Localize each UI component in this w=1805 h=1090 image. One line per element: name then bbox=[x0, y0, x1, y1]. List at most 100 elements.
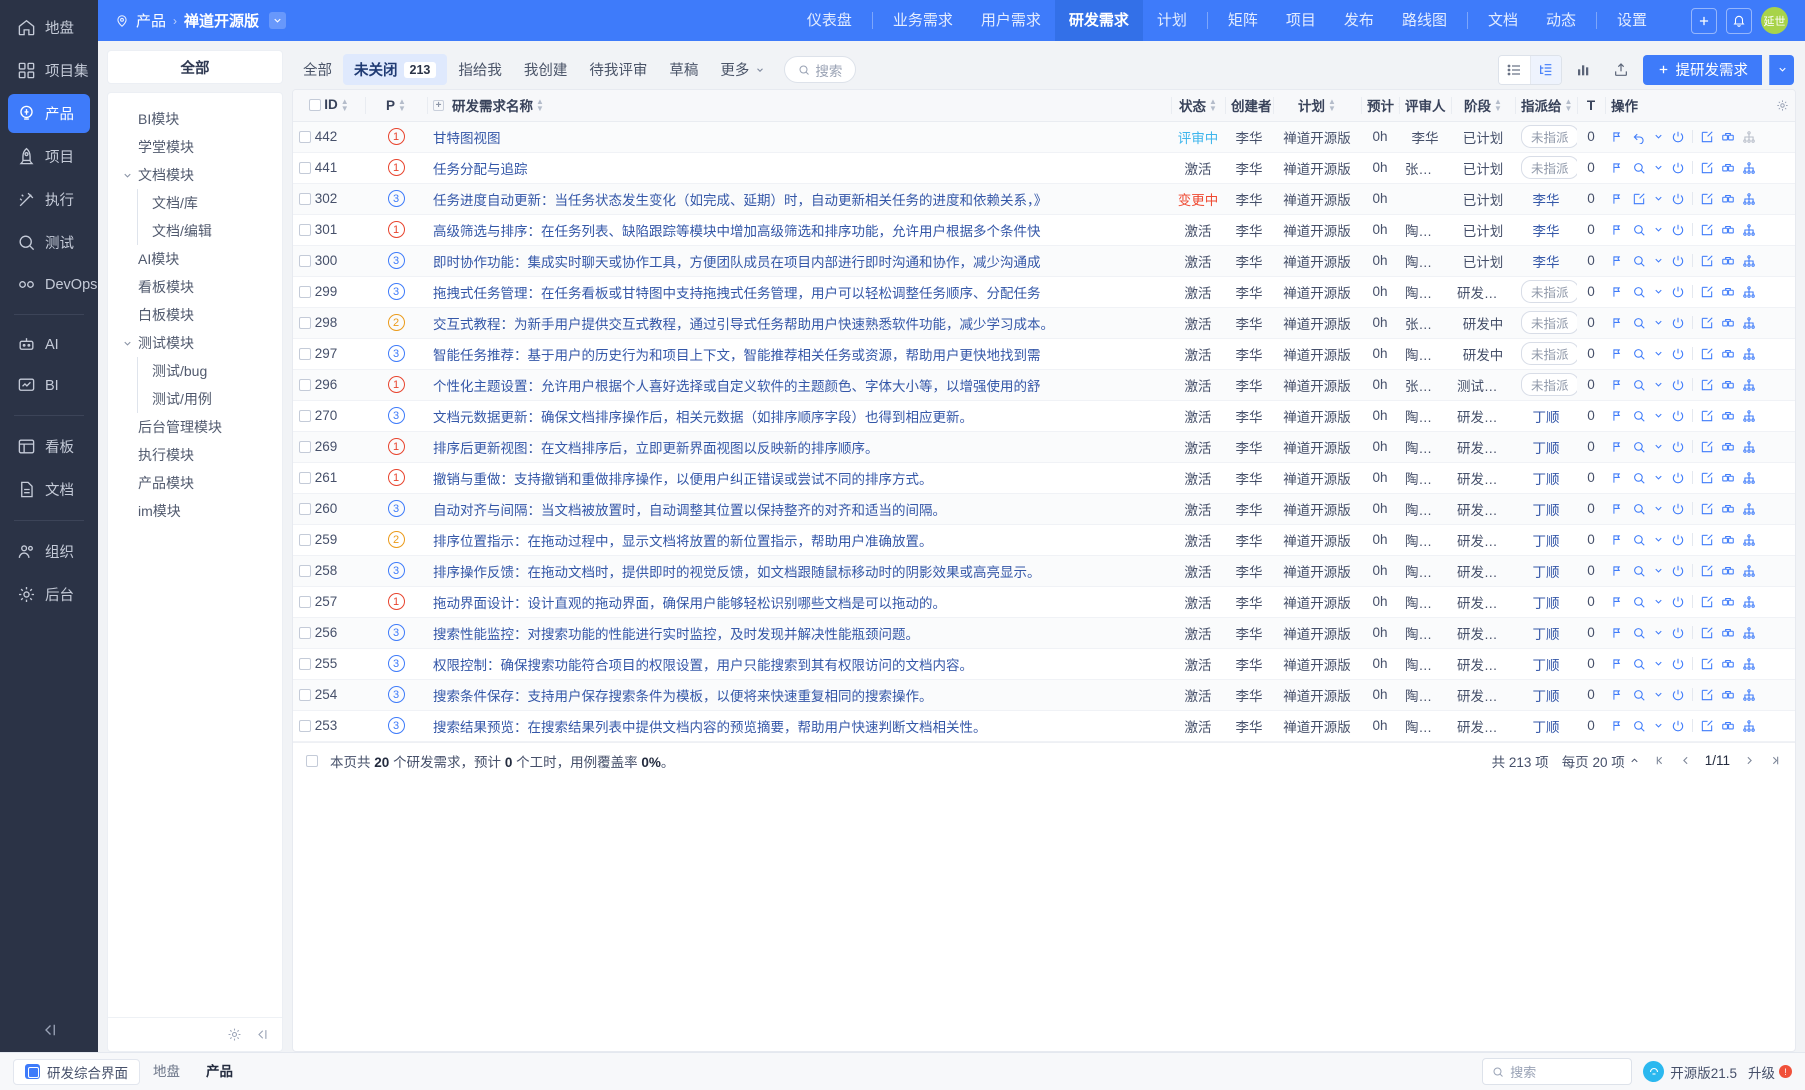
create-task-icon[interactable] bbox=[1611, 657, 1625, 671]
table-row[interactable]: 2691排序后更新视图：在文档排序后，立即更新界面视图以反映新的排序顺序。激活李… bbox=[293, 431, 1795, 462]
nav-activity[interactable]: 动态 bbox=[1532, 0, 1590, 41]
requirement-title-link[interactable]: 拖动界面设计：设计直观的拖动界面，确保用户能够轻松识别哪些文档是可以拖动的。 bbox=[433, 596, 946, 611]
create-task-icon[interactable] bbox=[1611, 130, 1625, 144]
page-first-icon[interactable] bbox=[1653, 754, 1666, 767]
search-icon[interactable] bbox=[1632, 595, 1646, 609]
close-power-icon[interactable] bbox=[1671, 688, 1685, 702]
relation-tree-icon[interactable] bbox=[1742, 223, 1756, 237]
close-power-icon[interactable] bbox=[1671, 409, 1685, 423]
sidebar-item-admin[interactable]: 后台 bbox=[8, 575, 90, 614]
assignee-link[interactable]: 李华 bbox=[1533, 255, 1560, 270]
sort-icon[interactable]: ▲▼ bbox=[536, 98, 544, 112]
sort-icon[interactable]: ▲▼ bbox=[1494, 98, 1502, 112]
close-power-icon[interactable] bbox=[1671, 130, 1685, 144]
nav-matrix[interactable]: 矩阵 bbox=[1214, 0, 1272, 41]
sidebar-item-program[interactable]: 项目集 bbox=[8, 51, 90, 90]
close-power-icon[interactable] bbox=[1671, 347, 1685, 361]
relation-tree-icon[interactable] bbox=[1742, 409, 1756, 423]
module-item-doc-edit[interactable]: 文档/编辑 bbox=[108, 217, 282, 245]
requirement-title-link[interactable]: 智能任务推荐：基于用户的历史行为和项目上下文，智能推荐相关任务或资源，帮助用户更… bbox=[433, 348, 1041, 363]
row-checkbox[interactable] bbox=[299, 286, 311, 298]
create-task-icon[interactable] bbox=[1611, 595, 1625, 609]
close-power-icon[interactable] bbox=[1671, 657, 1685, 671]
relation-tree-icon[interactable] bbox=[1742, 161, 1756, 175]
row-checkbox[interactable] bbox=[299, 627, 311, 639]
chevron-down-icon[interactable] bbox=[1653, 379, 1664, 390]
table-row[interactable]: 2703文档元数据更新：确保文档排序操作后，相关元数据（如排序顺序字段）也得到相… bbox=[293, 400, 1795, 431]
search-icon[interactable] bbox=[1632, 347, 1646, 361]
filter-tab-all[interactable]: 全部 bbox=[292, 54, 343, 85]
row-checkbox[interactable] bbox=[299, 720, 311, 732]
module-item-doc[interactable]: 文档模块 bbox=[108, 161, 282, 189]
relation-tree-icon[interactable] bbox=[1742, 626, 1756, 640]
col-priority[interactable]: P▲▼ bbox=[365, 90, 427, 121]
edit-icon[interactable] bbox=[1700, 471, 1714, 485]
requirement-title-link[interactable]: 个性化主题设置：允许用户根据个人喜好选择或自定义软件的主题颜色、字体大小等，以增… bbox=[433, 379, 1041, 394]
assignee-link[interactable]: 李华 bbox=[1533, 193, 1560, 208]
gear-icon[interactable] bbox=[227, 1027, 242, 1042]
assignee-link[interactable]: 丁顺 bbox=[1533, 410, 1560, 425]
chevron-down-icon[interactable] bbox=[269, 12, 286, 29]
sidebar-item-product[interactable]: 产品 bbox=[8, 94, 90, 133]
table-row[interactable]: 3003即时协作功能：集成实时聊天或协作工具，方便团队成员在项目内部进行即时沟通… bbox=[293, 245, 1795, 276]
chevron-down-icon[interactable] bbox=[1653, 348, 1664, 359]
table-row[interactable]: 4421甘特图视图评审中李华禅道开源版0h李华已计划未指派0 bbox=[293, 121, 1795, 152]
edit-icon[interactable] bbox=[1700, 533, 1714, 547]
chevron-down-icon[interactable] bbox=[1653, 534, 1664, 545]
chevron-down-icon[interactable] bbox=[122, 170, 136, 181]
create-task-icon[interactable] bbox=[1611, 409, 1625, 423]
clone-icon[interactable] bbox=[1721, 378, 1735, 392]
edit-icon[interactable] bbox=[1700, 285, 1714, 299]
relation-tree-icon[interactable] bbox=[1742, 254, 1756, 268]
chevron-down-icon[interactable] bbox=[1653, 472, 1664, 483]
requirement-title-link[interactable]: 排序操作反馈：在拖动文档时，提供即时的视觉反馈，如文档跟随鼠标移动时的阴影效果或… bbox=[433, 565, 1041, 580]
relation-tree-icon[interactable] bbox=[1742, 378, 1756, 392]
add-button[interactable] bbox=[1691, 8, 1717, 34]
list-view-icon[interactable] bbox=[1499, 56, 1530, 84]
page-last-icon[interactable] bbox=[1769, 754, 1782, 767]
requirement-title-link[interactable]: 高级筛选与排序：在任务列表、缺陷跟踪等模块中增加高级筛选和排序功能，允许用户根据… bbox=[433, 224, 1041, 239]
clone-icon[interactable] bbox=[1721, 130, 1735, 144]
row-checkbox[interactable] bbox=[299, 379, 311, 391]
search-icon[interactable] bbox=[1632, 161, 1646, 175]
row-checkbox[interactable] bbox=[299, 410, 311, 422]
table-row[interactable]: 2563搜索性能监控：对搜索功能的性能进行实时监控，及时发现并解决性能瓶颈问题。… bbox=[293, 617, 1795, 648]
col-stage[interactable]: 阶段▲▼ bbox=[1451, 90, 1515, 121]
nav-plan[interactable]: 计划 bbox=[1143, 0, 1201, 41]
sidebar-item-ai[interactable]: AI bbox=[8, 326, 90, 363]
col-status[interactable]: 状态▲▼ bbox=[1171, 90, 1225, 121]
clone-icon[interactable] bbox=[1721, 626, 1735, 640]
edit-icon[interactable] bbox=[1700, 719, 1714, 733]
create-task-icon[interactable] bbox=[1611, 440, 1625, 454]
create-dropdown-button[interactable] bbox=[1769, 55, 1794, 85]
search-icon[interactable] bbox=[1632, 657, 1646, 671]
table-row[interactable]: 2993拖拽式任务管理：在任务看板或甘特图中支持拖拽式任务管理，用户可以轻松调整… bbox=[293, 276, 1795, 307]
row-checkbox[interactable] bbox=[299, 162, 311, 174]
search-icon[interactable] bbox=[1632, 409, 1646, 423]
search-icon[interactable] bbox=[1632, 688, 1646, 702]
module-item-execution[interactable]: 执行模块 bbox=[108, 441, 282, 469]
relation-tree-icon[interactable] bbox=[1742, 657, 1756, 671]
chart-button[interactable] bbox=[1569, 56, 1599, 84]
col-plan[interactable]: 计划▲▼ bbox=[1273, 90, 1361, 121]
chevron-down-icon[interactable] bbox=[1653, 596, 1664, 607]
search-icon[interactable] bbox=[1632, 316, 1646, 330]
undo-icon[interactable] bbox=[1632, 130, 1646, 144]
chevron-down-icon[interactable] bbox=[1653, 224, 1664, 235]
table-row[interactable]: 2553权限控制：确保搜索功能符合项目的权限设置，用户只能搜索到其有权限访问的文… bbox=[293, 648, 1795, 679]
assignee-link[interactable]: 丁顺 bbox=[1533, 689, 1560, 704]
create-task-icon[interactable] bbox=[1611, 316, 1625, 330]
requirement-title-link[interactable]: 搜索条件保存：支持用户保存搜索条件为模板，以便将来快速重复相同的搜索操作。 bbox=[433, 689, 933, 704]
clone-icon[interactable] bbox=[1721, 347, 1735, 361]
chevron-down-icon[interactable] bbox=[1653, 689, 1664, 700]
relation-tree-icon[interactable] bbox=[1742, 192, 1756, 206]
edit-icon[interactable] bbox=[1700, 223, 1714, 237]
module-item-product[interactable]: 产品模块 bbox=[108, 469, 282, 497]
relation-tree-icon[interactable] bbox=[1742, 130, 1756, 144]
module-item-test-bug[interactable]: 测试/bug bbox=[108, 357, 282, 385]
create-task-icon[interactable] bbox=[1611, 347, 1625, 361]
table-row[interactable]: 2603自动对齐与间隔：当文档被放置时，自动调整其位置以保持整齐的对齐和适当的间… bbox=[293, 493, 1795, 524]
filter-tab-unclosed[interactable]: 未关闭 213 bbox=[343, 54, 447, 85]
chevron-down-icon[interactable] bbox=[1653, 317, 1664, 328]
assignee-link[interactable]: 丁顺 bbox=[1533, 596, 1560, 611]
